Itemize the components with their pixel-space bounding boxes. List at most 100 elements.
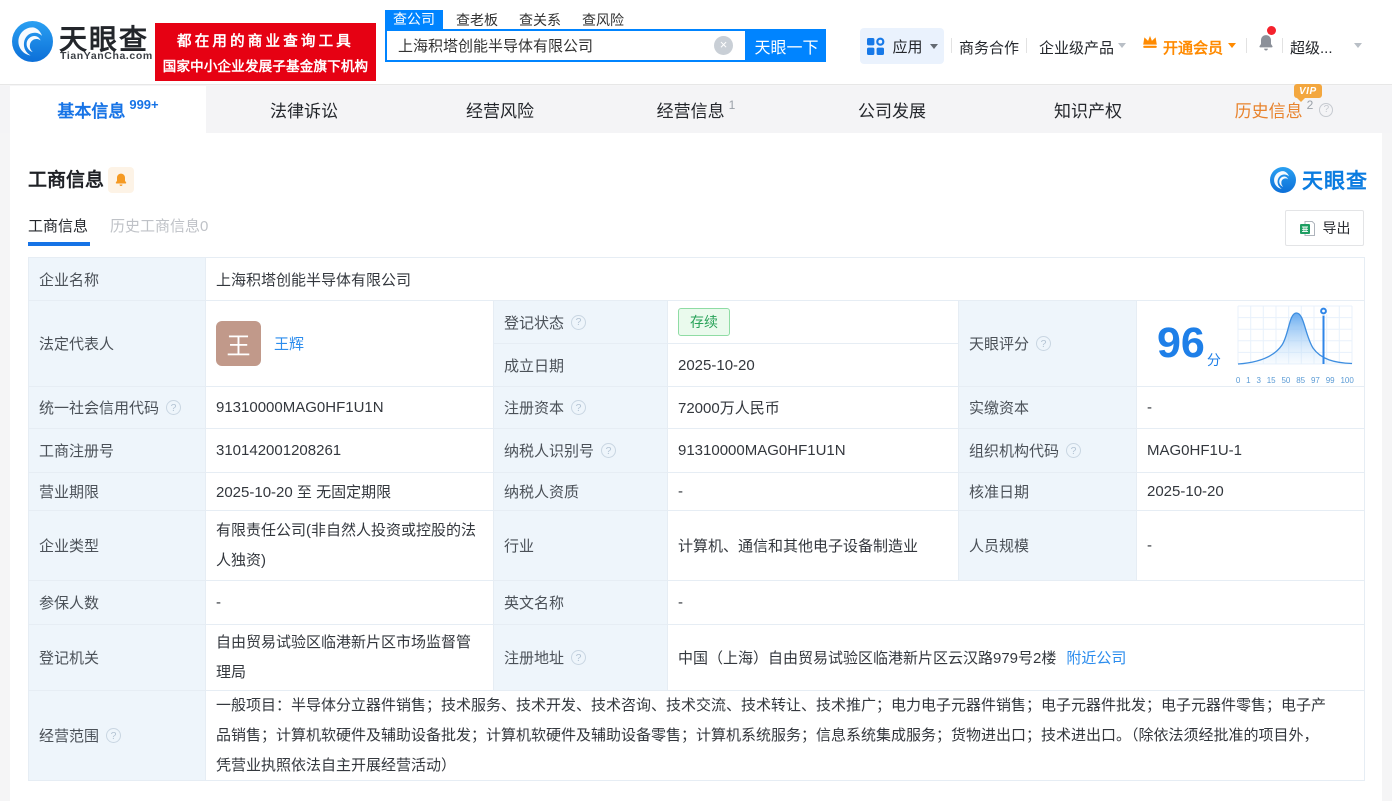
menu-enterprise-product[interactable]: 企业级产品 (1039, 37, 1114, 58)
table-row: 登记状态? 存续 (494, 301, 959, 344)
tab-legal[interactable]: 法律诉讼 (206, 86, 402, 133)
help-icon[interactable]: ? (1319, 103, 1333, 117)
excel-icon (1299, 220, 1316, 237)
field-value: - (668, 473, 959, 511)
field-value: 一般项目：半导体分立器件销售；技术服务、技术开发、技术咨询、技术交流、技术转让、… (206, 691, 1365, 781)
tab-ip[interactable]: 知识产权 (990, 86, 1186, 133)
menu-open-vip[interactable]: 开通会员 (1163, 37, 1223, 58)
field-label: 纳税人资质 (494, 473, 668, 511)
tab-count: 2 (1307, 98, 1314, 112)
field-label: 英文名称 (494, 581, 668, 625)
active-subtab-underline (28, 242, 90, 246)
tab-risk[interactable]: 经营风险 (402, 86, 598, 133)
notification-bell-icon[interactable] (1256, 33, 1276, 53)
tianyancha-logo-icon (1270, 167, 1296, 193)
subtab-business-info[interactable]: 工商信息 (28, 215, 88, 236)
table-row: 成立日期 2025-10-20 (494, 344, 959, 387)
section-title: 工商信息 (28, 165, 104, 192)
promo-line2: 国家中小企业发展子基金旗下机构 (155, 55, 376, 75)
field-label: 行业 (494, 511, 668, 581)
tab-operation[interactable]: 经营信息 1 (598, 86, 794, 133)
tab-basic-info[interactable]: 基本信息 999+ (10, 86, 206, 133)
search-input[interactable] (387, 37, 714, 54)
field-value: 中国（上海）自由贸易试验区临港新片区云汉路979号2楼 附近公司 (668, 625, 1365, 691)
business-info-table: 企业名称 上海积塔创能半导体有限公司 法定代表人 王 王辉 登记状态? 存续 成… (28, 257, 1365, 781)
subtab-history-business-info[interactable]: 历史工商信息0 (110, 215, 208, 236)
table-row: 经营范围? 一般项目：半导体分立器件销售；技术服务、技术开发、技术咨询、技术交流… (29, 691, 1365, 781)
field-value: 计算机、通信和其他电子设备制造业 (668, 511, 959, 581)
search-box: × (385, 29, 747, 62)
divider (1246, 38, 1247, 53)
field-value: 2025-10-20 (1137, 473, 1365, 511)
nearby-companies-link[interactable]: 附近公司 (1066, 647, 1126, 668)
field-label: 人员规模 (959, 511, 1137, 581)
search-tab-risk[interactable]: 查风险 (582, 10, 624, 30)
legal-rep-link[interactable]: 王辉 (274, 333, 304, 354)
tab-count: 999+ (129, 97, 158, 112)
promo-line1: 都在用的商业查询工具 (155, 30, 376, 51)
field-label: 经营范围? (29, 691, 206, 781)
field-value: 310142001208261 (206, 429, 494, 473)
tab-history[interactable]: 历史信息 2 ? VIP (1186, 86, 1382, 133)
menu-super-vip[interactable]: 超级... (1290, 37, 1333, 58)
field-label: 登记状态? (494, 301, 668, 344)
bell-icon (113, 172, 129, 188)
business-info-card: 工商信息 天眼查 工商信息 历史工商信息0 导出 企业名称 上海积塔创能半导体有… (10, 133, 1382, 801)
field-label: 天眼评分? (959, 301, 1137, 387)
field-label: 实缴资本 (959, 387, 1137, 429)
help-icon[interactable]: ? (571, 315, 586, 330)
apps-grid-icon (866, 37, 885, 56)
help-icon[interactable]: ? (601, 443, 616, 458)
field-label: 组织机构代码? (959, 429, 1137, 473)
search-tab-company[interactable]: 查公司 (385, 10, 443, 29)
tianyancha-logo-icon[interactable] (12, 21, 53, 62)
search-button[interactable]: 天眼一下 (747, 29, 826, 62)
search-tab-boss[interactable]: 查老板 (456, 10, 498, 30)
score-chart-axis: 0131550859799100 (1236, 376, 1354, 385)
tyc-score-cell: 96 分 0131550859799100 (1137, 301, 1365, 387)
field-value: 91310000MAG0HF1U1N (206, 387, 494, 429)
field-value: 2025-10-20 (668, 344, 959, 387)
brand-domain: TianYanCha.com (60, 50, 153, 62)
search-type-tabs: 查公司 查老板 查关系 查风险 (385, 10, 645, 29)
monitor-bell-button[interactable] (108, 167, 134, 193)
menu-business-coop[interactable]: 商务合作 (959, 37, 1019, 58)
promo-banner: 都在用的商业查询工具 国家中小企业发展子基金旗下机构 (155, 23, 376, 81)
score-unit: 分 (1207, 350, 1221, 370)
export-button[interactable]: 导出 (1285, 210, 1364, 246)
table-row: 企业类型 有限责任公司(非自然人投资或控股的法人独资) 行业 计算机、通信和其他… (29, 511, 1365, 581)
notification-dot (1267, 26, 1276, 35)
help-icon[interactable]: ? (571, 400, 586, 415)
vip-badge: VIP (1294, 84, 1322, 98)
field-value: - (206, 581, 494, 625)
field-value: - (1137, 511, 1365, 581)
apps-menu[interactable]: 应用 (860, 28, 944, 64)
help-icon[interactable]: ? (166, 400, 181, 415)
divider (1026, 38, 1027, 53)
field-value: 91310000MAG0HF1U1N (668, 429, 959, 473)
field-label: 登记机关 (29, 625, 206, 691)
help-icon[interactable]: ? (571, 650, 586, 665)
field-label: 纳税人识别号? (494, 429, 668, 473)
chevron-down-icon (1354, 43, 1362, 48)
help-icon[interactable]: ? (1066, 443, 1081, 458)
search-tab-relation[interactable]: 查关系 (519, 10, 561, 30)
table-row: 法定代表人 王 王辉 登记状态? 存续 成立日期 2025-10-20 天眼评分… (29, 301, 1365, 387)
field-value: 有限责任公司(非自然人投资或控股的法人独资) (206, 511, 494, 581)
field-label: 营业期限 (29, 473, 206, 511)
tab-count: 1 (729, 98, 736, 112)
field-value: 存续 (668, 301, 959, 344)
table-subgrid: 登记状态? 存续 成立日期 2025-10-20 (494, 301, 959, 387)
table-row: 参保人数 - 英文名称 - (29, 581, 1365, 625)
tab-development[interactable]: 公司发展 (794, 86, 990, 133)
help-icon[interactable]: ? (1036, 336, 1051, 351)
table-row: 营业期限 2025-10-20 至 无固定期限 纳税人资质 - 核准日期 202… (29, 473, 1365, 511)
company-nav-tabs: 基本信息 999+ 法律诉讼 经营风险 经营信息 1 公司发展 知识产权 历史信… (0, 86, 1392, 133)
legal-rep-avatar[interactable]: 王 (216, 321, 261, 366)
table-row: 统一社会信用代码? 91310000MAG0HF1U1N 注册资本? 72000… (29, 387, 1365, 429)
score-curve-chart (1236, 303, 1354, 375)
clear-search-icon[interactable]: × (714, 36, 733, 55)
field-value: 上海积塔创能半导体有限公司 (206, 258, 1365, 301)
help-icon[interactable]: ? (106, 728, 121, 743)
divider (951, 38, 952, 53)
